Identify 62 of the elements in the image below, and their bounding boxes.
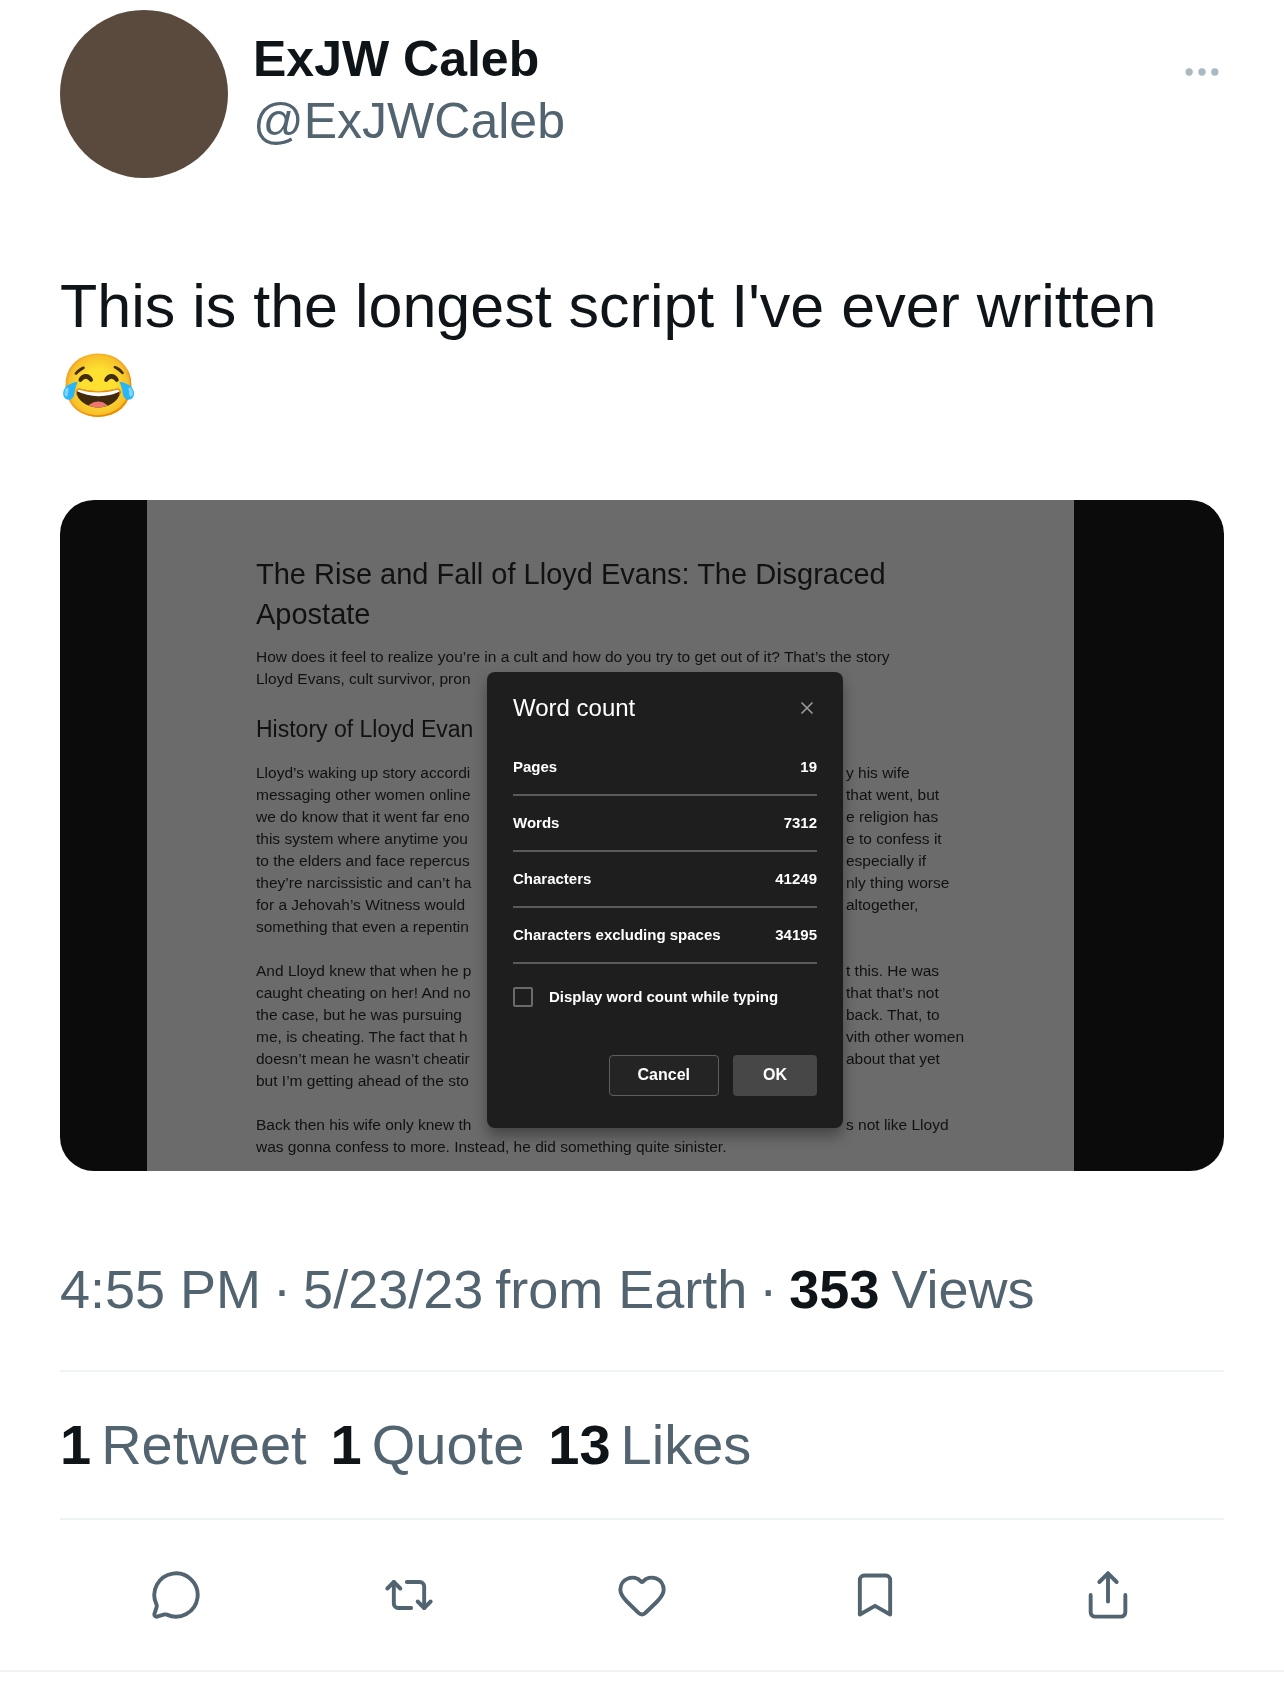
tweet-time[interactable]: 4:55 PM: [60, 1249, 262, 1330]
engagement-link[interactable]: 13 Likes: [548, 1403, 752, 1487]
document-text: we do know that it went far eno: [256, 807, 471, 828]
document-text: caught cheating on her! And no: [256, 983, 472, 1004]
document-text: And Lloyd knew that when he p: [256, 961, 473, 982]
stat-value: 7312: [783, 812, 817, 833]
separator-dot: ·: [759, 1258, 778, 1321]
document-text: t this. He was: [846, 961, 940, 982]
views-label: Views: [891, 1258, 1035, 1321]
emoji: 😂: [60, 350, 137, 422]
stat-value: 34195: [775, 924, 817, 945]
stat-label: Characters excluding spaces: [513, 924, 721, 945]
document-text: about that yet: [846, 1049, 940, 1070]
document-text: back. That, to: [846, 1005, 940, 1026]
document-text: something that even a repentin: [256, 917, 469, 938]
stat-label: Characters: [513, 868, 592, 889]
document-text: this system where anytime you: [256, 829, 469, 850]
document-text: for a Jehovah’s Witness would: [256, 895, 467, 916]
checkbox-label: Display word count while typing: [549, 987, 779, 1007]
document-text: was gonna confess to more. Instead, he did something quite sinister.: [256, 1137, 727, 1158]
document-text: to the elders and face repercus: [256, 851, 471, 872]
document-text: nly thing worse: [846, 873, 950, 894]
tweet-date[interactable]: 5/23/23: [303, 1249, 484, 1330]
document-text: that went, but: [846, 785, 940, 806]
stat-label: Pages: [513, 756, 558, 777]
document-text: the case, but he was pursuing: [256, 1005, 463, 1026]
ok-button[interactable]: OK: [733, 1054, 817, 1096]
stat-label: Words: [513, 812, 560, 833]
document-text: Lloyd Evans, cult survivor, pron: [256, 669, 471, 690]
cancel-button[interactable]: Cancel: [608, 1054, 719, 1096]
stat-value: 19: [800, 756, 817, 777]
document-text: e religion has: [846, 807, 939, 828]
tweet-source: from Earth: [495, 1258, 748, 1321]
document-text: me, is cheating. The fact that h: [256, 1027, 469, 1048]
checkbox[interactable]: [513, 987, 533, 1008]
document-text: messaging other women online: [256, 785, 472, 806]
document-text: Lloyd’s waking up story accordi: [256, 763, 472, 784]
document-text: especially if: [846, 851, 927, 872]
separator-dot: ·: [273, 1258, 292, 1321]
document-text: that that’s not: [846, 983, 939, 1004]
document-title: The Rise and Fall of Lloyd Evans: The Disgraced Apostate: [256, 557, 887, 632]
author-name[interactable]: ExJW Caleb: [253, 28, 565, 90]
document-text: altogether,: [846, 895, 919, 916]
author-handle[interactable]: @ExJWCaleb: [253, 90, 565, 152]
engagement-link[interactable]: 1 Retweet: [60, 1403, 307, 1487]
stat-value: 41249: [775, 868, 817, 889]
tweet-text: This is the longest script I've ever written: [60, 271, 1158, 342]
document-text: s not like Lloyd: [846, 1115, 949, 1136]
views-count: 353: [789, 1258, 880, 1321]
document-text: e to confess it: [846, 829, 942, 850]
attached-screenshot[interactable]: [60, 500, 1224, 1171]
document-text: vith other women: [846, 1027, 965, 1048]
document-text: doesn’t mean he wasn’t cheatir: [256, 1049, 471, 1070]
document-text: How does it feel to realize you’re in a cult and how do you try to get out of it? That’s the story: [256, 647, 890, 668]
document-text: Back then his wife only knew th: [256, 1115, 473, 1136]
document-text: but I’m getting ahead of the sto: [256, 1071, 469, 1092]
dialog-title: Word count: [513, 693, 636, 723]
document-text: y his wife: [846, 763, 910, 784]
reply-icon[interactable]: [150, 1569, 203, 1621]
document-text: they’re narcissistic and can’t ha: [256, 873, 473, 894]
document-heading: History of Lloyd Evan: [256, 715, 475, 744]
engagement-link[interactable]: 1 Quote: [330, 1403, 525, 1487]
